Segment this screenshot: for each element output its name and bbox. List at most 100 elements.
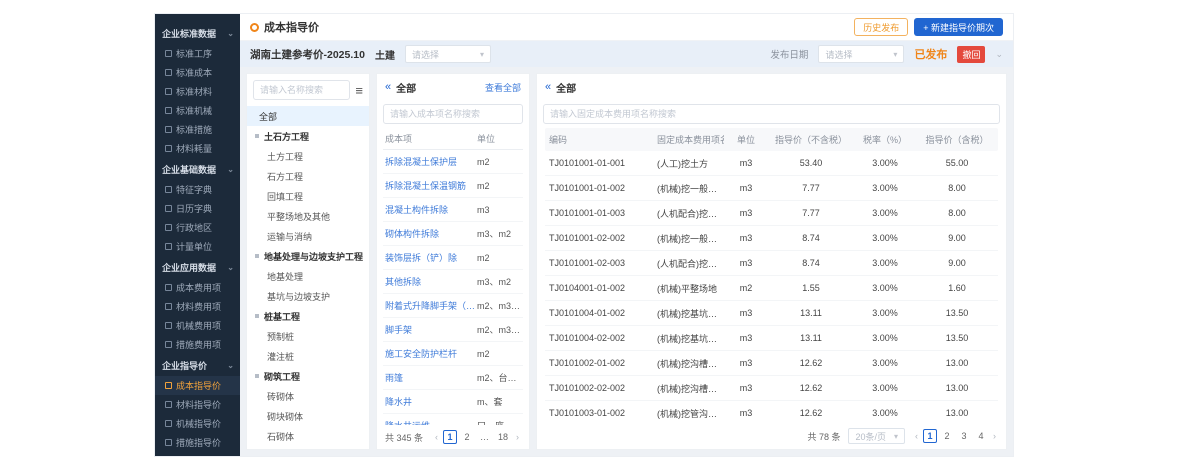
- cost-item-row[interactable]: 拆除混凝土保护层m2: [383, 150, 523, 174]
- sidebar-item[interactable]: 措施指导价: [155, 433, 240, 452]
- tree-node[interactable]: 基坑与边坡支护: [247, 286, 369, 306]
- cost-item-link[interactable]: 砌体构件拆除: [385, 227, 477, 240]
- tree-node[interactable]: 回填工程: [247, 186, 369, 206]
- price-row[interactable]: TJ0101001-02-002(机械)挖一般土方m38.743.00%9.00: [545, 226, 998, 251]
- page-number[interactable]: 1: [443, 430, 457, 444]
- sidebar-item[interactable]: 机械指导价: [155, 414, 240, 433]
- collapse-panel-icon[interactable]: «: [385, 82, 391, 93]
- sidebar-item[interactable]: 措施费用项: [155, 335, 240, 354]
- cost-item-row[interactable]: 混凝土构件拆除m3: [383, 198, 523, 222]
- price-row[interactable]: TJ0101001-01-001(人工)挖土方m353.403.00%55.00: [545, 151, 998, 176]
- cost-item-row[interactable]: 降水井m、套: [383, 390, 523, 414]
- sidebar-item[interactable]: 材料费用项: [155, 297, 240, 316]
- publish-date-select[interactable]: 请选择 ▾: [818, 45, 904, 63]
- price-row[interactable]: TJ0101001-02-003(人机配合)挖一般土方m38.743.00%9.…: [545, 251, 998, 276]
- sidebar-item[interactable]: 标准工序: [155, 44, 240, 63]
- cost-item-row[interactable]: 脚手架m2、m3…: [383, 318, 523, 342]
- prev-page-icon[interactable]: ‹: [433, 432, 440, 442]
- tree-node[interactable]: 平整场地及其他: [247, 206, 369, 226]
- tree-node[interactable]: 灌注桩: [247, 346, 369, 366]
- cost-item-row[interactable]: 砌体构件拆除m3、m2: [383, 222, 523, 246]
- page-number[interactable]: 1: [923, 429, 937, 443]
- tab-civil-construction[interactable]: 土建: [375, 47, 395, 62]
- page-number[interactable]: …: [477, 430, 492, 444]
- page-number[interactable]: 18: [495, 430, 511, 444]
- sidebar-section-header[interactable]: 企业基础数据⌄: [155, 158, 240, 180]
- cost-item-row[interactable]: 附着式升降脚手架（爬架）m2、m3…: [383, 294, 523, 318]
- sidebar-section-header[interactable]: 企业指导价⌄: [155, 354, 240, 376]
- price-row[interactable]: TJ0101001-01-003(人机配合)挖一般土方m37.773.00%8.…: [545, 201, 998, 226]
- price-row[interactable]: TJ0101001-01-002(机械)挖一般土方m37.773.00%8.00: [545, 176, 998, 201]
- cost-item-row[interactable]: 其他拆除m3、m2: [383, 270, 523, 294]
- tree-node[interactable]: 地基处理与边坡支护工程: [247, 246, 369, 266]
- cost-item-row[interactable]: 雨篷m2、台…: [383, 366, 523, 390]
- price-row[interactable]: TJ0101004-02-002(机械)挖基坑土方m313.113.00%13.…: [545, 326, 998, 351]
- cost-item-search-input[interactable]: [383, 104, 523, 124]
- prev-page-icon[interactable]: ‹: [913, 431, 920, 441]
- cost-item-link[interactable]: 附着式升降脚手架（爬架）: [385, 299, 477, 312]
- category-select[interactable]: 请选择 ▾: [405, 45, 491, 63]
- tree-node[interactable]: 运输与消纳: [247, 226, 369, 246]
- price-row[interactable]: TJ0101002-02-002(机械)挖沟槽土方m312.623.00%13.…: [545, 376, 998, 401]
- sidebar-item[interactable]: 标准成本: [155, 63, 240, 82]
- tree-node[interactable]: 桩基工程: [247, 306, 369, 326]
- withdraw-action-badge[interactable]: 撤回: [957, 46, 985, 63]
- cost-item-link[interactable]: 脚手架: [385, 323, 477, 336]
- tree-node[interactable]: 预制桩: [247, 326, 369, 346]
- sidebar-section-header[interactable]: 企业应用数据⌄: [155, 256, 240, 278]
- view-all-link[interactable]: 查看全部: [485, 81, 521, 94]
- sidebar-item[interactable]: 计量单位: [155, 237, 240, 256]
- cost-item-link[interactable]: 拆除混凝土保温钢筋: [385, 179, 477, 192]
- tree-node[interactable]: 地基处理: [247, 266, 369, 286]
- new-period-button[interactable]: + 新建指导价期次: [914, 18, 1003, 36]
- tree-node[interactable]: 砖砌体: [247, 386, 369, 406]
- sidebar-item[interactable]: 标准材料: [155, 82, 240, 101]
- sidebar-item[interactable]: 成本指导价: [155, 376, 240, 395]
- tree-node[interactable]: 石方工程: [247, 166, 369, 186]
- next-page-icon[interactable]: ›: [514, 432, 521, 442]
- price-row[interactable]: TJ0104001-01-002(机械)平整场地m21.553.00%1.60: [545, 276, 998, 301]
- cost-item-row[interactable]: 降水井运维口、座…: [383, 414, 523, 425]
- sidebar-item[interactable]: 特征字典: [155, 180, 240, 199]
- sidebar-item[interactable]: 机械费用项: [155, 316, 240, 335]
- tree-node[interactable]: 全部: [247, 106, 369, 126]
- cost-item-link[interactable]: 装饰层拆（铲）除: [385, 251, 477, 264]
- sidebar-item[interactable]: 行政地区: [155, 218, 240, 237]
- cost-item-row[interactable]: 拆除混凝土保温钢筋m2: [383, 174, 523, 198]
- tree-search-input[interactable]: [253, 80, 350, 100]
- sidebar-item[interactable]: 材料指导价: [155, 395, 240, 414]
- page-number[interactable]: 3: [957, 429, 971, 443]
- next-page-icon[interactable]: ›: [991, 431, 998, 441]
- cost-item-link[interactable]: 拆除混凝土保护层: [385, 155, 477, 168]
- price-row[interactable]: TJ0101003-01-002(机械)挖管沟土方m312.623.00%13.…: [545, 401, 998, 423]
- cost-item-link[interactable]: 混凝土构件拆除: [385, 203, 477, 216]
- tree-node[interactable]: 混凝土及钢筋工程: [247, 446, 369, 449]
- page-number[interactable]: 2: [940, 429, 954, 443]
- page-number[interactable]: 2: [460, 430, 474, 444]
- menu-icon[interactable]: ≡: [355, 84, 363, 97]
- tree-node[interactable]: 土石方工程: [247, 126, 369, 146]
- cost-item-link[interactable]: 雨篷: [385, 371, 477, 384]
- tree-node[interactable]: 砌筑工程: [247, 366, 369, 386]
- history-publish-button[interactable]: 历史发布: [854, 18, 908, 36]
- sidebar-item[interactable]: 成本费用项: [155, 278, 240, 297]
- price-row[interactable]: TJ0101004-01-002(机械)挖基坑土方m313.113.00%13.…: [545, 301, 998, 326]
- page-number[interactable]: 4: [974, 429, 988, 443]
- sidebar-section-header[interactable]: 企业标准数据⌄: [155, 22, 240, 44]
- cost-item-row[interactable]: 施工安全防护栏杆m2: [383, 342, 523, 366]
- tree-node[interactable]: 土方工程: [247, 146, 369, 166]
- sidebar-item[interactable]: 材料耗量: [155, 139, 240, 158]
- chevron-down-icon[interactable]: ⌄: [995, 49, 1003, 60]
- sidebar-item[interactable]: 标准机械: [155, 101, 240, 120]
- tree-node[interactable]: 砌块砌体: [247, 406, 369, 426]
- price-search-input[interactable]: [543, 104, 1000, 124]
- sidebar-item[interactable]: 日历字典: [155, 199, 240, 218]
- page-size-select[interactable]: 20条/页 ▾: [848, 428, 905, 444]
- cost-item-row[interactable]: 装饰层拆（铲）除m2: [383, 246, 523, 270]
- cost-item-link[interactable]: 其他拆除: [385, 275, 477, 288]
- price-row[interactable]: TJ0101002-01-002(机械)挖沟槽土方m312.623.00%13.…: [545, 351, 998, 376]
- tree-node[interactable]: 石砌体: [247, 426, 369, 446]
- collapse-panel-icon[interactable]: «: [545, 82, 551, 93]
- sidebar-item[interactable]: 标准措施: [155, 120, 240, 139]
- cost-item-link[interactable]: 降水井: [385, 395, 477, 408]
